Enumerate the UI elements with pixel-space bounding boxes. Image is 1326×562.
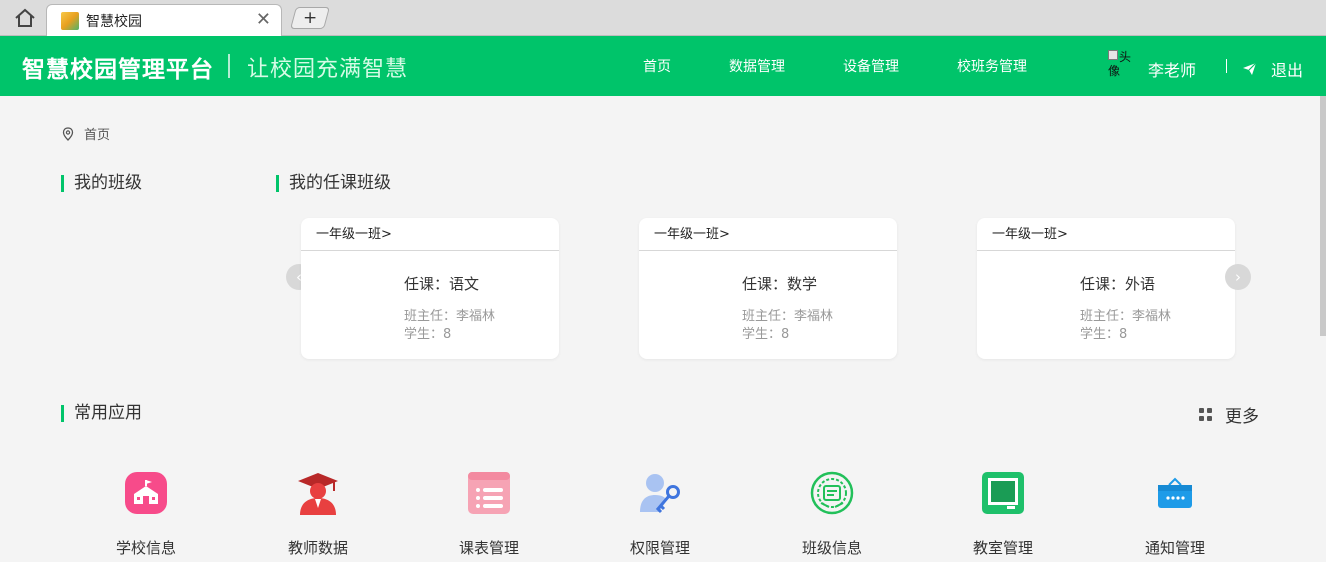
location-pin-icon — [62, 126, 74, 141]
nav-item-class-affairs[interactable]: 校班务管理 — [957, 56, 1027, 76]
browser-home-button[interactable] — [12, 6, 38, 30]
user-key-icon — [637, 470, 683, 516]
classroom-board-icon — [980, 470, 1026, 516]
app-class-info[interactable]: 班级信息 — [767, 470, 897, 558]
teacher-icon — [295, 470, 341, 516]
section-title-teaching-classes: 我的任课班级 — [276, 173, 391, 193]
brand-divider — [228, 54, 230, 78]
nav-item-device-management[interactable]: 设备管理 — [843, 56, 899, 76]
card-students: 学生：8 — [1080, 327, 1128, 342]
section-title-my-class: 我的班级 — [61, 173, 142, 193]
site-favicon-icon — [61, 11, 79, 30]
card-students: 学生：8 — [404, 327, 452, 342]
logout-label: 退出 — [1271, 61, 1304, 80]
browser-chrome: 智慧校园 ✕ + — [0, 0, 1326, 36]
app-label: 课表管理 — [458, 539, 519, 557]
carousel-next-button[interactable]: › — [1225, 264, 1251, 290]
app-permission-management[interactable]: 权限管理 — [595, 470, 725, 558]
app-label: 教室管理 — [972, 539, 1033, 557]
card-subject: 任课：外语 — [1080, 275, 1156, 293]
more-label: 更多 — [1225, 407, 1259, 427]
schedule-list-icon — [466, 470, 512, 516]
class-badge-icon — [809, 470, 855, 516]
brand-title: 智慧校园管理平台 — [22, 57, 214, 83]
username[interactable]: 李老师 — [1148, 57, 1196, 81]
card-subject: 任课：语文 — [404, 275, 480, 293]
card-class-name[interactable]: 一年级一班> — [301, 218, 559, 251]
paper-plane-icon — [1243, 62, 1257, 75]
breadcrumb-current[interactable]: 首页 — [84, 124, 110, 143]
avatar[interactable]: 头像 — [1108, 50, 1140, 84]
class-card[interactable]: 一年级一班> 任课：外语 班主任：李福林 学生：8 — [977, 218, 1235, 359]
more-apps-button[interactable]: 更多 — [1199, 402, 1259, 427]
logout-button[interactable]: 退出 — [1242, 57, 1303, 81]
card-head-teacher: 班主任：李福林 — [404, 309, 496, 324]
breadcrumb: 首页 — [62, 124, 110, 143]
card-subject: 任课：数学 — [742, 275, 818, 293]
card-class-name[interactable]: 一年级一班> — [639, 218, 897, 251]
plus-icon: + — [302, 8, 318, 28]
app-label: 教师数据 — [287, 539, 348, 557]
card-head-teacher: 班主任：李福林 — [1080, 309, 1172, 324]
header-divider — [1226, 59, 1227, 73]
app-school-info[interactable]: 学校信息 — [81, 470, 211, 558]
new-tab-button[interactable]: + — [290, 7, 330, 29]
app-header: 智慧校园管理平台 让校园充满智慧 首页 数据管理 设备管理 校班务管理 头像 李… — [0, 36, 1326, 96]
broken-image-icon — [1108, 50, 1118, 60]
nav-item-data-management[interactable]: 数据管理 — [729, 56, 785, 76]
app-notice-management[interactable]: 通知管理 — [1110, 470, 1240, 558]
card-head-teacher: 班主任：李福林 — [742, 309, 834, 324]
app-schedule-management[interactable]: 课表管理 — [424, 470, 554, 558]
main-nav: 首页 数据管理 设备管理 校班务管理 — [643, 36, 1085, 96]
card-class-name[interactable]: 一年级一班> — [977, 218, 1235, 251]
app-classroom-management[interactable]: 教室管理 — [938, 470, 1068, 558]
app-label: 学校信息 — [115, 539, 176, 557]
app-label: 班级信息 — [801, 539, 862, 557]
nav-item-home[interactable]: 首页 — [643, 56, 671, 76]
app-label: 通知管理 — [1144, 539, 1205, 557]
notice-box-icon — [1152, 470, 1198, 516]
school-icon — [123, 470, 169, 516]
app-label: 权限管理 — [629, 539, 690, 557]
browser-tab[interactable]: 智慧校园 ✕ — [46, 4, 282, 36]
tab-title: 智慧校园 — [86, 13, 142, 30]
class-card[interactable]: 一年级一班> 任课：数学 班主任：李福林 学生：8 — [639, 218, 897, 359]
card-students: 学生：8 — [742, 327, 790, 342]
section-title-common-apps: 常用应用 — [61, 403, 142, 423]
grid-icon — [1199, 408, 1212, 421]
chevron-right-icon: › — [1235, 268, 1241, 286]
tab-close-icon[interactable]: ✕ — [256, 11, 271, 29]
home-icon — [15, 8, 35, 27]
brand-slogan: 让校园充满智慧 — [247, 57, 409, 82]
app-teacher-data[interactable]: 教师数据 — [253, 470, 383, 558]
class-card[interactable]: 一年级一班> 任课：语文 班主任：李福林 学生：8 — [301, 218, 559, 359]
